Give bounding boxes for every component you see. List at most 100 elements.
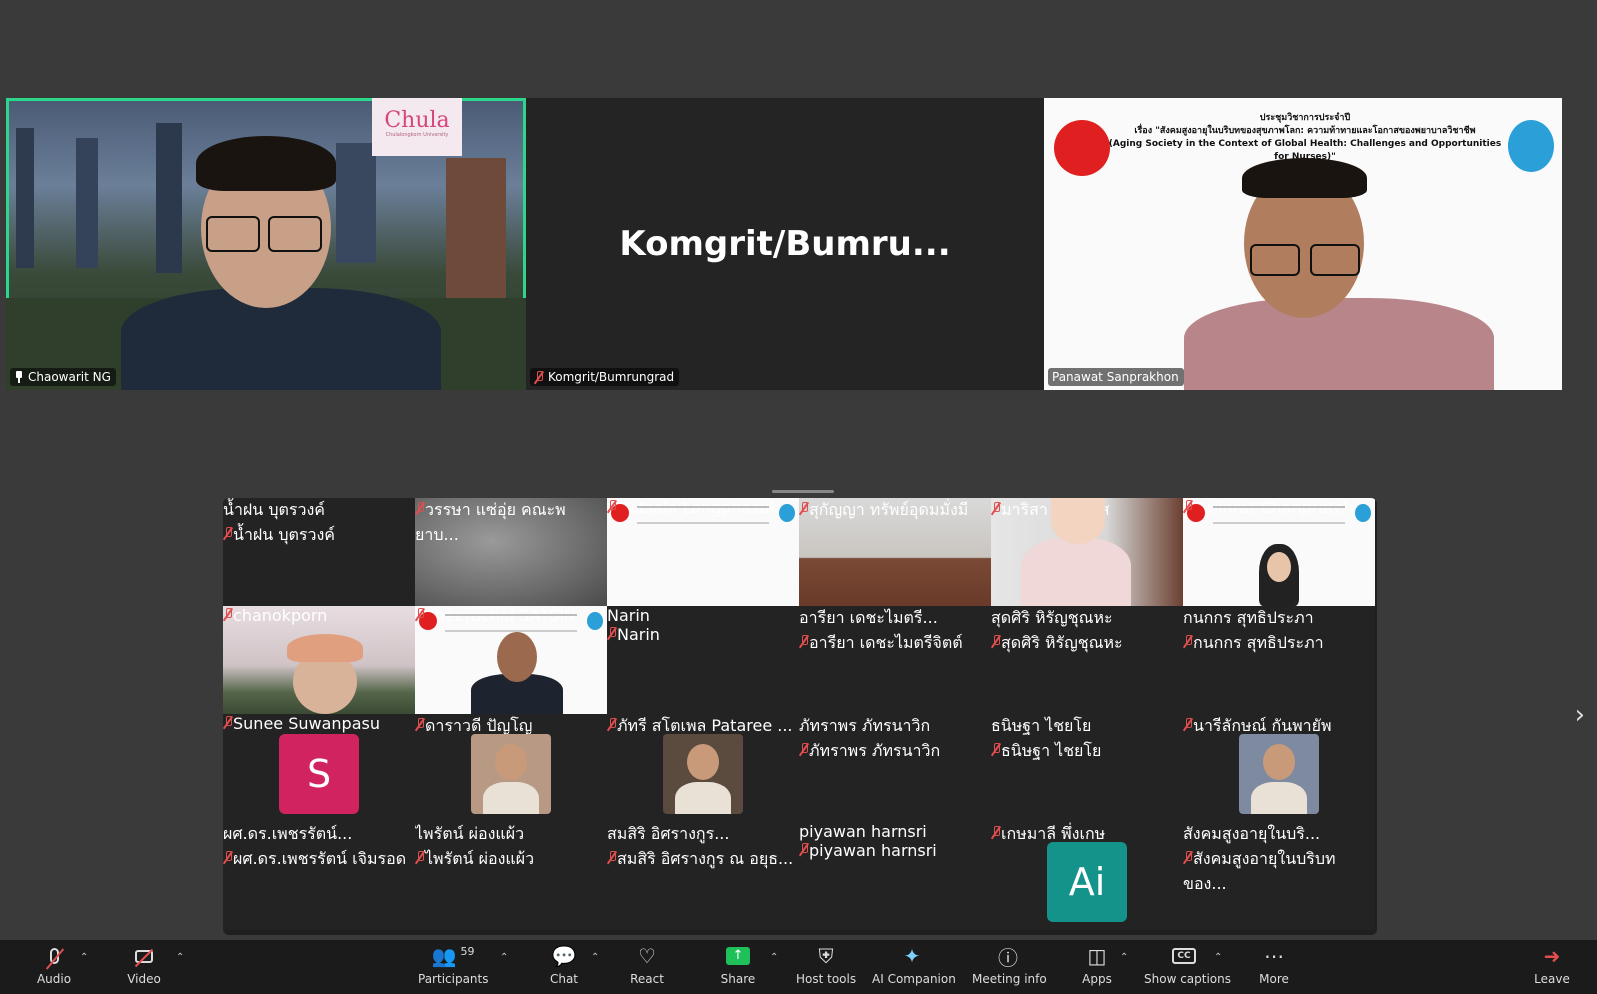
speaker-glasses: [1250, 244, 1300, 276]
mic-muted-icon: [223, 527, 233, 540]
more-button[interactable]: ⋯ More: [1254, 942, 1294, 986]
participant-tile[interactable]: นารีลักษณ์ กันพายัพ: [1183, 714, 1375, 822]
participant-tile[interactable]: มาริสา สมศรีใส: [991, 498, 1183, 606]
participant-tile[interactable]: ภัทราพร ภัทรนาวิก ภัทราพร ภัทรนาวิก: [799, 714, 991, 822]
participant-name: Narin: [617, 625, 660, 644]
chat-options-caret-icon[interactable]: ⌃: [591, 952, 599, 963]
chat-button[interactable]: 💬 Chat: [544, 942, 584, 986]
speaker-glasses: [206, 216, 260, 252]
participant-tile[interactable]: Narin Narin: [607, 606, 799, 714]
next-page-arrow-icon[interactable]: ›: [1575, 700, 1585, 730]
apps-icon: ◫: [1087, 944, 1107, 968]
participant-tile[interactable]: S Sunee Suwanpasu: [223, 714, 415, 822]
participant-tile[interactable]: กนกกร สุทธิประภา กนกกร สุทธิประภา: [1183, 606, 1375, 714]
participant-tile[interactable]: สุดศิริ หิรัญชุณหะ สุดศิริ หิรัญชุณหะ: [991, 606, 1183, 714]
participant-name: กนกกร สุทธิประภา: [1193, 633, 1324, 652]
participant-tile[interactable]: สุกัญญา ทรัพย์อุดมมั่งมี: [799, 498, 991, 606]
mic-muted-icon: [607, 718, 617, 731]
speaker-tile-komgrit[interactable]: Komgrit/Bumru... Komgrit/Bumrungrad: [526, 98, 1044, 390]
meeting-info-button[interactable]: ⓘ Meeting info: [972, 942, 1047, 987]
university-logo: [1508, 120, 1554, 172]
speaker-glasses: [268, 216, 322, 252]
participant-name: สังคมสูงอายุในบริบทของ...: [1183, 849, 1336, 893]
participant-name: น้ำฝน บุตรวงค์: [233, 525, 335, 544]
meeting-window: Chula Chulalongkorn University Chaowarit…: [0, 0, 1597, 994]
audio-button[interactable]: Audio: [34, 942, 74, 986]
speaker-hair: [196, 136, 336, 191]
captions-options-caret-icon[interactable]: ⌃: [1214, 952, 1222, 963]
speaker-glasses: [1310, 244, 1360, 276]
participant-tile[interactable]: ดาราวดี ปัญโญ: [415, 714, 607, 822]
mic-muted-icon: [415, 502, 425, 515]
participant-name-tag: ธนิษฐา ไชยโย: [991, 739, 1183, 764]
participant-tile[interactable]: ธนิษฐา ไชยโย ธนิษฐา ไชยโย: [991, 714, 1183, 822]
participant-name: สุกัญญา ทรัพย์อุดมมั่งมี: [809, 500, 969, 519]
leave-button[interactable]: ➜ Leave: [1532, 942, 1572, 986]
mic-muted-icon: [991, 826, 1001, 839]
resize-handle[interactable]: [772, 490, 834, 493]
participant-tile[interactable]: น้ำฝน บุตรวงค์ น้ำฝน บุตรวงค์: [223, 498, 415, 606]
share-options-caret-icon[interactable]: ⌃: [770, 952, 778, 963]
participant-tile[interactable]: Theerachol SATSIN: [415, 606, 607, 714]
gallery-grid: น้ำฝน บุตรวงค์ น้ำฝน บุตรวงค์ วรรษา แซ่อุ่…: [223, 498, 1377, 935]
video-off-icon: [122, 942, 166, 970]
participants-options-caret-icon[interactable]: ⌃: [500, 952, 508, 963]
mic-muted-icon: [799, 635, 809, 648]
participant-name-tag: สุดศิริ หิรัญชุณหะ: [991, 631, 1183, 656]
participant-display-name: กนกกร สุทธิประภา: [1183, 608, 1314, 627]
participant-tile[interactable]: ไพรัตน์ ผ่องแผ้ว ไพรัตน์ ผ่องแผ้ว: [415, 822, 607, 930]
participant-tile[interactable]: ผศ.ดร.เพชรรัตน์... ผศ.ดร.เพชรรัตน์ เจิมรอ…: [223, 822, 415, 930]
participant-name-tag: ผศ.ดร.เพชรรัตน์ เจิมรอด: [223, 847, 415, 872]
host-tools-button[interactable]: ⛨ Host tools: [796, 942, 856, 986]
participant-tile[interactable]: สมสิริ อิศรางกูร... สมสิริ อิศรางกูร ณ อย…: [607, 822, 799, 930]
participant-name: ธนิษฐา ไชยโย: [1001, 741, 1102, 760]
participant-display-name: ธนิษฐา ไชยโย: [991, 716, 1092, 735]
participant-tile[interactable]: Natsala Longphasuk: [607, 498, 799, 606]
university-logo: [587, 612, 603, 630]
mic-muted-icon: [991, 743, 1001, 756]
participant-tile[interactable]: Ralinrat Chanpratch...: [1183, 498, 1375, 606]
participant-tile[interactable]: chanokporn: [223, 606, 415, 714]
chula-logo: Chula Chulalongkorn University: [372, 98, 462, 156]
participant-tile[interactable]: piyawan harnsri piyawan harnsri: [799, 822, 991, 930]
participant-tile[interactable]: Ai เกษมาลี พึ่งเกษ: [991, 822, 1183, 930]
video-options-caret-icon[interactable]: ⌃: [176, 952, 184, 963]
participant-photo: [471, 734, 551, 814]
participant-name-tag: Komgrit/Bumrungrad: [530, 368, 680, 386]
participant-display-name: น้ำฝน บุตรวงค์: [223, 500, 325, 519]
participant-tile[interactable]: สังคมสูงอายุในบริ... สังคมสูงอายุในบริบทข…: [1183, 822, 1375, 930]
captions-icon: CC: [1144, 942, 1224, 970]
mic-muted-icon: [799, 743, 809, 756]
participant-display-name: สมสิริ อิศรางกูร...: [607, 824, 730, 843]
participant-name-tag: สุกัญญา ทรัพย์อุดมมั่งมี: [799, 498, 991, 523]
share-button[interactable]: ↑ Share: [716, 942, 760, 986]
mic-muted-icon: [34, 942, 74, 970]
leave-icon: ➜: [1543, 944, 1561, 968]
participant-name-tag: กนกกร สุทธิประภา: [1183, 631, 1375, 656]
show-captions-button[interactable]: CC Show captions: [1144, 942, 1231, 986]
participant-display-name: Narin: [607, 606, 650, 625]
apps-options-caret-icon[interactable]: ⌃: [1120, 952, 1128, 963]
mic-muted-icon: [991, 502, 1001, 515]
participant-display-name: สุดศิริ หิรัญชุณหะ: [991, 608, 1113, 627]
participants-button[interactable]: 👥 59 Participants: [418, 942, 489, 986]
ai-companion-button[interactable]: ✦ AI Companion: [872, 942, 956, 986]
participant-name: Chaowarit NG: [28, 370, 111, 384]
speaker-tile-chaowarit[interactable]: Chula Chulalongkorn University Chaowarit…: [6, 98, 526, 390]
mic-muted-icon: [799, 502, 809, 515]
video-button[interactable]: Video: [122, 942, 166, 986]
participant-tile[interactable]: อารียา เดชะไมตรี... อารียา เดชะไมตรีจิตต์: [799, 606, 991, 714]
sparkle-icon: ✦: [903, 944, 921, 968]
speaker-tile-panawat[interactable]: ประชุมวิชาการประจำปี เรื่อง "สังคมสูงอาย…: [1044, 98, 1562, 390]
participant-tile[interactable]: ภัทรี สโตเพล Pataree ...: [607, 714, 799, 822]
audio-options-caret-icon[interactable]: ⌃: [80, 952, 88, 963]
poster-text-lines: [1213, 506, 1345, 524]
participant-name: สุดศิริ หิรัญชุณหะ: [1001, 633, 1123, 652]
react-button[interactable]: ♡ React: [627, 942, 667, 986]
poster-text-lines: [637, 506, 769, 524]
mic-muted-icon: [415, 608, 425, 621]
participant-tile[interactable]: วรรษา แซ่อุ่ย คณะพยาบ...: [415, 498, 607, 606]
participants-count: 59: [460, 944, 475, 958]
participant-name: ภัทราพร ภัทรนาวิก: [809, 741, 941, 760]
apps-button[interactable]: ◫ Apps: [1080, 942, 1114, 986]
